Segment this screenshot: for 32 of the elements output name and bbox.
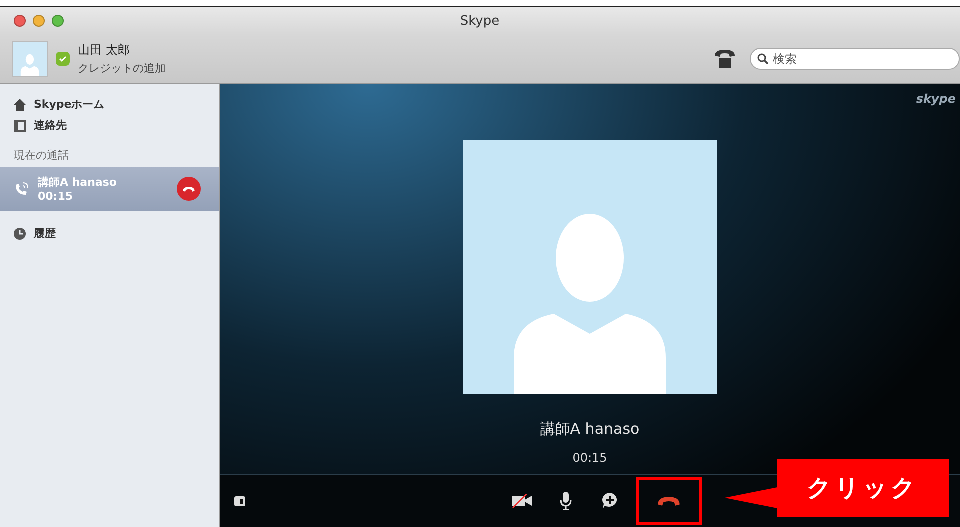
hang-up-icon xyxy=(656,494,682,508)
call-duration: 00:15 xyxy=(38,190,74,203)
sidebar-toggle-icon[interactable] xyxy=(234,496,246,506)
user-name: 山田 太郎 xyxy=(78,42,131,59)
sidebar-item[interactable]: Skypeホーム xyxy=(0,94,219,115)
contact-name: 講師A hanaso xyxy=(540,420,640,439)
skype-logo: skype xyxy=(916,92,956,106)
search-field[interactable]: 検索 xyxy=(750,48,960,70)
minimize-button[interactable] xyxy=(33,15,45,27)
video-off-icon xyxy=(512,494,532,508)
microphone-icon xyxy=(560,492,572,510)
close-button[interactable] xyxy=(14,15,26,27)
sidebar-item[interactable]: 連絡先 xyxy=(0,115,219,136)
contact-name: 講師A hanaso xyxy=(38,175,118,190)
zoom-button[interactable] xyxy=(52,15,64,27)
credit-link[interactable]: クレジットの追加 xyxy=(78,61,714,76)
sidebar-item[interactable]: 履歴 xyxy=(0,223,219,244)
window-title: Skype xyxy=(460,14,500,28)
contacts-icon xyxy=(14,120,26,132)
chat-add-icon xyxy=(601,492,619,510)
search-icon xyxy=(757,53,769,65)
dial-pad-phone-icon[interactable] xyxy=(714,49,736,69)
call-duration: 00:15 xyxy=(572,451,608,465)
clock-icon xyxy=(14,228,26,240)
end-call-button[interactable] xyxy=(177,177,201,201)
hang-up-icon xyxy=(182,186,196,192)
section-header: 現在の通話 xyxy=(13,148,70,164)
ringing-phone-icon xyxy=(14,181,30,197)
callout-text: クリック xyxy=(807,473,919,504)
home-icon xyxy=(14,98,26,110)
person-icon xyxy=(18,52,42,76)
highlighted-control-button[interactable] xyxy=(636,477,702,525)
